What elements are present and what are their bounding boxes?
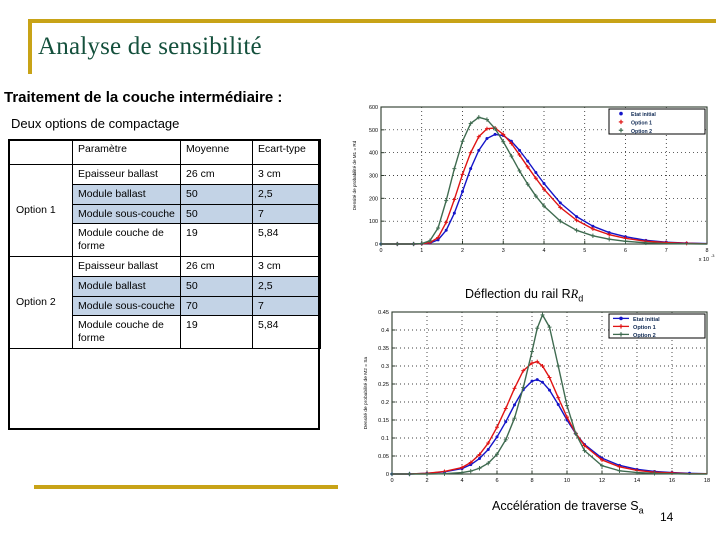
- param-cell: Epaisseur ballast: [72, 255, 181, 277]
- svg-text:Densité de probabilité de M1 =: Densité de probabilité de M1 = Rd: [352, 140, 357, 210]
- stddev-cell: 7: [252, 203, 321, 225]
- stddev-cell: 3 cm: [252, 164, 321, 185]
- subtitle-note: Deux options de compactage: [11, 116, 180, 131]
- svg-text:10: 10: [564, 478, 570, 484]
- svg-text:0: 0: [380, 248, 383, 254]
- chart-caption-sleeper-acceleration: Accélération de traverse Sa: [492, 499, 644, 516]
- page-title: Analyse de sensibilité: [38, 33, 262, 60]
- svg-text:16: 16: [669, 478, 675, 484]
- svg-text:Option 1: Option 1: [631, 121, 652, 127]
- chart-legend: Etat initial Option 1 Option 2: [608, 313, 706, 339]
- mean-cell: 19: [180, 223, 253, 257]
- svg-text:Option 1: Option 1: [633, 325, 656, 331]
- svg-text:0.05: 0.05: [378, 454, 389, 460]
- stddev-cell: 2,5: [252, 183, 321, 205]
- mean-cell: 26 cm: [180, 255, 253, 277]
- svg-text:0.45: 0.45: [378, 310, 389, 316]
- table-row: Option 1 Epaisseur ballast 26 cm 3 cm: [8, 164, 321, 257]
- svg-text:0.4: 0.4: [381, 328, 389, 334]
- svg-text:600: 600: [369, 105, 378, 111]
- svg-text:6: 6: [624, 248, 627, 254]
- svg-text:14: 14: [634, 478, 640, 484]
- title-rule-horizontal: [28, 19, 716, 23]
- chart-svg: 0 2 4 6 8 10 12 14 16 18 0 0.05 0.1 0.15 0.2 0.25 0.3 0.3…: [363, 310, 710, 484]
- chart-rail-deflection: 0 1 2 3 4 5 6 7 8 0 100 200 300 400 500 600 Densité de p…: [347, 98, 715, 266]
- svg-text:8: 8: [706, 248, 709, 254]
- svg-text:Etat initial: Etat initial: [631, 112, 656, 118]
- svg-text:Densité de probabilité de M2 =: Densité de probabilité de M2 = Sa: [363, 356, 369, 429]
- mean-cell: 50: [180, 275, 253, 297]
- svg-text:5: 5: [583, 248, 586, 254]
- caption-top-text: Déflection du rail R: [465, 287, 571, 301]
- svg-text:Option 2: Option 2: [631, 129, 652, 135]
- param-cell: Module ballast: [72, 183, 181, 205]
- svg-text:7: 7: [665, 248, 668, 254]
- option-group-label: Option 2: [8, 255, 73, 349]
- mean-cell: 70: [180, 295, 253, 317]
- option-group-label: Option 1: [8, 164, 73, 257]
- svg-text:100: 100: [369, 219, 378, 225]
- stddev-cell: 5,84: [252, 315, 321, 349]
- caption-top-subscript: d: [578, 293, 584, 304]
- svg-text:0.15: 0.15: [378, 418, 389, 424]
- svg-text:300: 300: [369, 173, 378, 179]
- caption-bottom-subscript: a: [638, 505, 644, 516]
- svg-text:200: 200: [369, 196, 378, 202]
- svg-text:0.35: 0.35: [378, 346, 389, 352]
- stddev-cell: 7: [252, 295, 321, 317]
- svg-text:0.2: 0.2: [381, 400, 389, 406]
- parameters-table: Paramètre Moyenne Ecart-type Option 1 Epaiss…: [8, 139, 321, 349]
- svg-text:6: 6: [495, 478, 498, 484]
- svg-text:400: 400: [369, 151, 378, 157]
- svg-text:8: 8: [530, 478, 533, 484]
- mean-cell: 19: [180, 315, 253, 349]
- svg-text:Etat initial: Etat initial: [633, 317, 660, 323]
- svg-text:-3: -3: [711, 253, 714, 258]
- svg-text:2: 2: [461, 248, 464, 254]
- mean-cell: 50: [180, 183, 253, 205]
- svg-text:Option 2: Option 2: [633, 333, 656, 339]
- chart-svg: 0 1 2 3 4 5 6 7 8 0 100 200 300 400 500 600 Densité de p…: [352, 105, 714, 263]
- chart-caption-rail-deflection: Déflection du rail RRd: [465, 287, 583, 304]
- svg-text:0.25: 0.25: [378, 382, 389, 388]
- param-cell: Module ballast: [72, 275, 181, 297]
- chart-legend: Etat initial Option 1 Option 2: [608, 108, 706, 135]
- param-cell: Module sous-couche: [72, 203, 181, 225]
- header-cell: Moyenne: [180, 139, 253, 165]
- svg-text:1: 1: [420, 248, 423, 254]
- svg-text:0: 0: [386, 472, 389, 478]
- param-cell: Module sous-couche: [72, 295, 181, 317]
- subtitle-heading: Traitement de la couche intermédiaire :: [4, 89, 283, 106]
- caption-bottom-text: Accélération de traverse S: [492, 499, 639, 513]
- mean-cell: 26 cm: [180, 164, 253, 185]
- stddev-cell: 5,84: [252, 223, 321, 257]
- table-header-row: Paramètre Moyenne Ecart-type: [8, 139, 321, 165]
- header-cell: Paramètre: [72, 139, 181, 165]
- chart-sleeper-acceleration: 0 2 4 6 8 10 12 14 16 18 0 0.05 0.1 0.15 0.2 0.25 0.3 0.3…: [358, 304, 713, 496]
- table-row: Option 2 Epaisseur ballast 26 cm 3 cm: [8, 255, 321, 349]
- svg-text:0.3: 0.3: [381, 364, 389, 370]
- header-cell-blank: [8, 139, 73, 165]
- svg-text:4: 4: [460, 478, 463, 484]
- svg-text:18: 18: [704, 478, 710, 484]
- stddev-cell: 3 cm: [252, 255, 321, 277]
- svg-text:x 10: x 10: [699, 257, 709, 263]
- svg-text:4: 4: [543, 248, 546, 254]
- svg-text:3: 3: [502, 248, 505, 254]
- svg-text:2: 2: [425, 478, 428, 484]
- mean-cell: 50: [180, 203, 253, 225]
- page-number: 14: [660, 510, 674, 524]
- param-cell: Epaisseur ballast: [72, 164, 181, 185]
- param-cell: Module couche de forme: [72, 315, 181, 349]
- svg-text:500: 500: [369, 128, 378, 134]
- svg-text:0.1: 0.1: [381, 436, 389, 442]
- stddev-cell: 2,5: [252, 275, 321, 297]
- svg-text:12: 12: [599, 478, 605, 484]
- svg-text:0: 0: [375, 242, 378, 248]
- title-rule-vertical: [28, 19, 32, 74]
- footer-rule: [34, 485, 338, 489]
- svg-text:0: 0: [390, 478, 393, 484]
- param-cell: Module couche de forme: [72, 223, 181, 257]
- header-cell: Ecart-type: [252, 139, 321, 165]
